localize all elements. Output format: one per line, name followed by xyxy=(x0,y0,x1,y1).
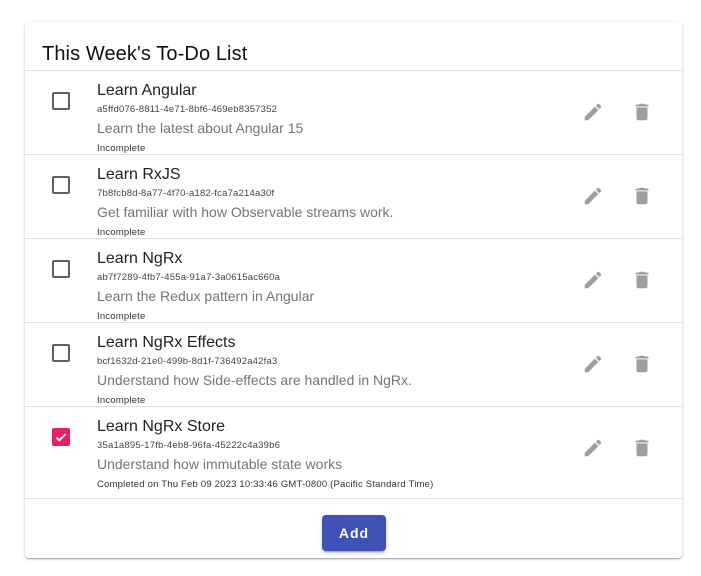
todo-description: Understand how immutable state works xyxy=(97,456,343,472)
todo-description: Understand how Side-effects are handled … xyxy=(97,372,412,388)
pencil-icon xyxy=(584,271,602,289)
trash-icon xyxy=(635,355,649,373)
delete-button[interactable] xyxy=(629,435,655,461)
todo-title: Learn RxJS xyxy=(97,166,181,183)
add-button[interactable]: Add xyxy=(322,515,386,551)
check-icon xyxy=(55,433,67,442)
edit-button[interactable] xyxy=(580,267,606,293)
pencil-icon xyxy=(584,103,602,121)
todo-title: Learn NgRx Effects xyxy=(97,334,236,351)
pencil-icon xyxy=(584,439,602,457)
todo-list: Learn Angular a5ffd076-8811-4e71-8bf6-46… xyxy=(25,70,682,499)
todo-status: Incomplete xyxy=(97,143,146,154)
delete-button[interactable] xyxy=(629,351,655,377)
list-item: Learn NgRx ab7f7289-4fb7-455a-91a7-3a061… xyxy=(25,239,682,323)
edit-button[interactable] xyxy=(580,183,606,209)
trash-icon xyxy=(635,271,649,289)
todo-id: bcf1632d-21e0-499b-8d1f-736492a42fa3 xyxy=(97,356,278,367)
delete-button[interactable] xyxy=(629,267,655,293)
page-title: This Week's To-Do List xyxy=(42,43,248,65)
list-item: Learn Angular a5ffd076-8811-4e71-8bf6-46… xyxy=(25,71,682,155)
todo-id: ab7f7289-4fb7-455a-91a7-3a0615ac660a xyxy=(97,272,281,283)
trash-icon xyxy=(635,439,649,457)
todo-title: Learn Angular xyxy=(97,82,197,99)
todo-id: a5ffd076-8811-4e71-8bf6-469eb8357352 xyxy=(97,104,278,115)
todo-description: Learn the Redux pattern in Angular xyxy=(97,288,315,304)
todo-id: 7b8fcb8d-8a77-4f70-a182-fca7a214a30f xyxy=(97,188,275,199)
edit-button[interactable] xyxy=(580,99,606,125)
list-item: Learn RxJS 7b8fcb8d-8a77-4f70-a182-fca7a… xyxy=(25,155,682,239)
todo-description: Learn the latest about Angular 15 xyxy=(97,120,304,136)
delete-button[interactable] xyxy=(629,99,655,125)
card-actions: Add xyxy=(25,506,682,558)
checkbox-icon[interactable] xyxy=(52,260,70,278)
checkbox-checked-icon[interactable] xyxy=(52,428,70,446)
trash-icon xyxy=(635,187,649,205)
todo-status: Incomplete xyxy=(97,395,146,406)
list-item: Learn NgRx Effects bcf1632d-21e0-499b-8d… xyxy=(25,323,682,407)
pencil-icon xyxy=(584,355,602,373)
todo-status: Completed on Thu Feb 09 2023 10:33:46 GM… xyxy=(97,479,434,490)
checkbox-icon[interactable] xyxy=(52,344,70,362)
todo-title: Learn NgRx xyxy=(97,250,183,267)
todo-status: Incomplete xyxy=(97,227,146,238)
todo-card: This Week's To-Do List Learn Angular a5f… xyxy=(25,22,682,558)
checkbox-icon[interactable] xyxy=(52,176,70,194)
delete-button[interactable] xyxy=(629,183,655,209)
todo-status: Incomplete xyxy=(97,311,146,322)
checkbox-icon[interactable] xyxy=(52,92,70,110)
todo-id: 35a1a895-17fb-4eb8-96fa-45222c4a39b6 xyxy=(97,440,281,451)
edit-button[interactable] xyxy=(580,351,606,377)
pencil-icon xyxy=(584,187,602,205)
todo-description: Get familiar with how Observable streams… xyxy=(97,204,394,220)
edit-button[interactable] xyxy=(580,435,606,461)
list-item: Learn NgRx Store 35a1a895-17fb-4eb8-96fa… xyxy=(25,407,682,499)
todo-title: Learn NgRx Store xyxy=(97,418,226,435)
trash-icon xyxy=(635,103,649,121)
